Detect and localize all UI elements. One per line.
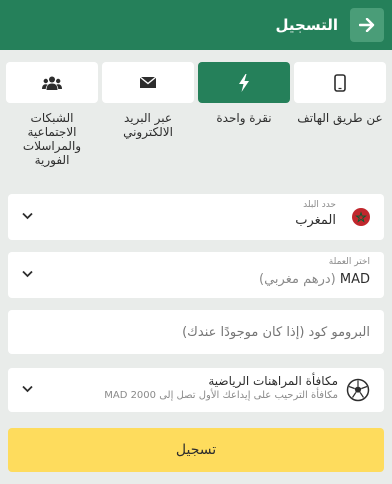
header: التسجيل bbox=[0, 0, 392, 50]
currency-label: اختر العملة bbox=[328, 257, 370, 267]
tab-phone-label: عن طريق الهاتف bbox=[297, 111, 383, 125]
arrow-right-icon bbox=[359, 18, 375, 32]
currency-value: MAD (درهم مغربي) bbox=[259, 272, 370, 287]
page-title: التسجيل bbox=[275, 16, 338, 34]
bonus-title: مكافأة المراهنات الرياضية bbox=[208, 374, 338, 388]
chevron-down-icon bbox=[22, 212, 33, 220]
country-value: المغرب bbox=[295, 213, 336, 228]
register-button[interactable]: تسجيل bbox=[8, 428, 384, 472]
country-select[interactable]: حدد البلد المغرب bbox=[8, 194, 384, 240]
lightning-bolt-icon bbox=[239, 73, 249, 92]
promo-code-input[interactable] bbox=[18, 310, 370, 354]
mobile-phone-icon bbox=[334, 73, 346, 92]
bonus-select[interactable]: مكافأة المراهنات الرياضية مكافأة الترحيب… bbox=[8, 368, 384, 412]
tab-email-box[interactable] bbox=[102, 62, 194, 103]
bonus-description: مكافأة الترحيب على إيداعك الأول تصل إلى … bbox=[104, 390, 338, 401]
currency-name: (درهم مغربي) bbox=[259, 272, 336, 287]
promo-code-field[interactable] bbox=[8, 310, 384, 354]
tab-email[interactable]: عبر البريد الالكتروني bbox=[102, 62, 194, 139]
tab-social[interactable]: الشبكات الاجتماعية والمراسلات الفورية bbox=[6, 62, 98, 167]
back-button[interactable] bbox=[350, 8, 384, 42]
tab-one-click-box[interactable] bbox=[198, 62, 290, 103]
tab-social-box[interactable] bbox=[6, 62, 98, 103]
currency-code: MAD bbox=[339, 272, 370, 287]
chevron-down-icon bbox=[22, 385, 33, 393]
tab-social-label: الشبكات الاجتماعية والمراسلات الفورية bbox=[22, 111, 82, 167]
country-label: حدد البلد bbox=[303, 200, 336, 210]
tab-one-click[interactable]: نقرة واحدة bbox=[198, 62, 290, 125]
tab-email-label: عبر البريد الالكتروني bbox=[123, 111, 173, 139]
chevron-down-icon bbox=[22, 270, 33, 278]
envelope-icon bbox=[139, 76, 157, 88]
morocco-flag-icon bbox=[352, 208, 370, 226]
tab-phone[interactable]: عن طريق الهاتف bbox=[294, 62, 386, 125]
soccer-ball-icon bbox=[346, 378, 370, 402]
registration-method-tabs: عن طريق الهاتف نقرة واحدة عبر البريد الا… bbox=[0, 62, 392, 172]
tab-one-click-label: نقرة واحدة bbox=[216, 111, 272, 125]
currency-select[interactable]: اختر العملة MAD (درهم مغربي) bbox=[8, 252, 384, 298]
users-group-icon bbox=[42, 76, 62, 90]
tab-phone-box[interactable] bbox=[294, 62, 386, 103]
